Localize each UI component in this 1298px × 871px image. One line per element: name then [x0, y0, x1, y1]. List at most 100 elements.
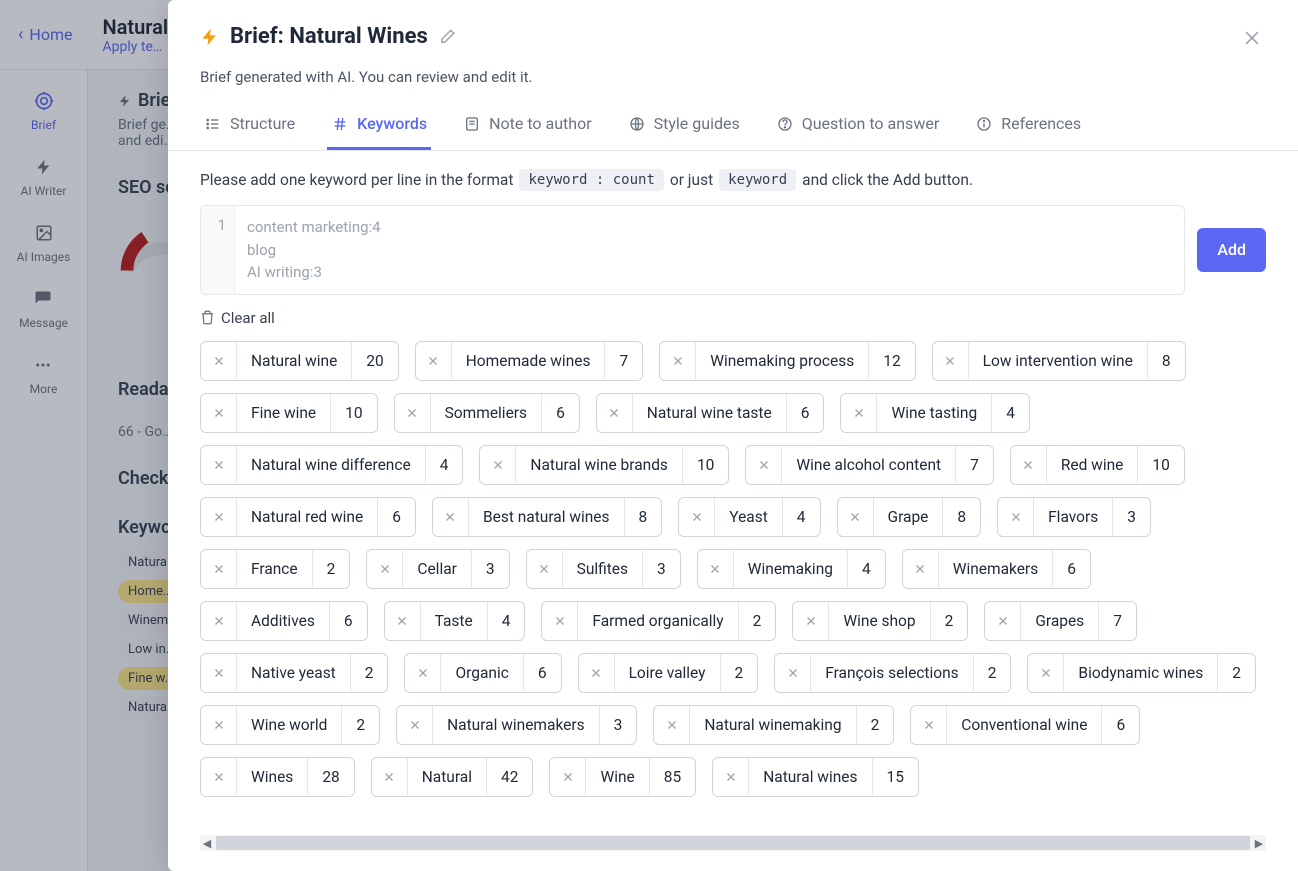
edit-icon[interactable]	[438, 28, 456, 46]
remove-keyword-icon[interactable]	[201, 758, 237, 796]
keyword-count[interactable]: 10	[1137, 446, 1183, 484]
keyword-count[interactable]: 6	[377, 498, 415, 536]
keyword-count[interactable]: 4	[425, 446, 463, 484]
keyword-count[interactable]: 6	[329, 602, 367, 640]
scroll-left-icon[interactable]: ◀	[200, 837, 214, 850]
keyword-chip: Wine alcohol content7	[745, 445, 993, 485]
keyword-count[interactable]: 2	[720, 654, 758, 692]
scroll-right-icon[interactable]: ▶	[1252, 837, 1266, 850]
remove-keyword-icon[interactable]	[367, 550, 403, 588]
keyword-count[interactable]: 2	[738, 602, 776, 640]
keyword-count[interactable]: 2	[930, 602, 968, 640]
keyword-count[interactable]: 3	[642, 550, 680, 588]
remove-keyword-icon[interactable]	[903, 550, 939, 588]
remove-keyword-icon[interactable]	[679, 498, 715, 536]
keyword-count[interactable]: 6	[786, 394, 824, 432]
keyword-count[interactable]: 15	[872, 758, 918, 796]
keyword-count[interactable]: 2	[312, 550, 350, 588]
remove-keyword-icon[interactable]	[660, 342, 696, 380]
remove-keyword-icon[interactable]	[841, 394, 877, 432]
remove-keyword-icon[interactable]	[775, 654, 811, 692]
keyword-count[interactable]: 42	[486, 758, 532, 796]
keyword-chip: Biodynamic wines2	[1027, 653, 1256, 693]
add-button[interactable]: Add	[1197, 228, 1266, 272]
keyword-count[interactable]: 3	[1112, 498, 1150, 536]
keyword-count[interactable]: 10	[682, 446, 728, 484]
remove-keyword-icon[interactable]	[698, 550, 734, 588]
clear-all-button[interactable]: Clear all	[200, 309, 1266, 327]
keyword-count[interactable]: 6	[523, 654, 561, 692]
keyword-editor[interactable]: 1 content marketing:4 blog AI writing:3	[200, 205, 1185, 295]
remove-keyword-icon[interactable]	[550, 758, 586, 796]
keyword-count[interactable]: 8	[942, 498, 980, 536]
remove-keyword-icon[interactable]	[433, 498, 469, 536]
remove-keyword-icon[interactable]	[713, 758, 749, 796]
remove-keyword-icon[interactable]	[1011, 446, 1047, 484]
remove-keyword-icon[interactable]	[911, 706, 947, 744]
keyword-count[interactable]: 20	[351, 342, 397, 380]
close-icon[interactable]	[1238, 24, 1266, 52]
remove-keyword-icon[interactable]	[746, 446, 782, 484]
remove-keyword-icon[interactable]	[838, 498, 874, 536]
keyword-label: Wine alcohol content	[782, 446, 955, 484]
keyword-count[interactable]: 4	[782, 498, 820, 536]
keyword-count[interactable]: 6	[1101, 706, 1139, 744]
keyword-count[interactable]: 7	[604, 342, 642, 380]
remove-keyword-icon[interactable]	[201, 602, 237, 640]
keyword-count[interactable]: 2	[341, 706, 379, 744]
remove-keyword-icon[interactable]	[201, 550, 237, 588]
remove-keyword-icon[interactable]	[793, 602, 829, 640]
remove-keyword-icon[interactable]	[201, 498, 237, 536]
tab-question[interactable]: Question to answer	[772, 104, 944, 150]
keyword-count[interactable]: 28	[307, 758, 353, 796]
keyword-count[interactable]: 85	[649, 758, 695, 796]
keyword-count[interactable]: 2	[1217, 654, 1255, 692]
remove-keyword-icon[interactable]	[579, 654, 615, 692]
remove-keyword-icon[interactable]	[1028, 654, 1064, 692]
remove-keyword-icon[interactable]	[597, 394, 633, 432]
keyword-label: Natural red wine	[237, 498, 377, 536]
tab-references[interactable]: References	[971, 104, 1085, 150]
keyword-count[interactable]: 12	[868, 342, 914, 380]
keyword-count[interactable]: 2	[350, 654, 388, 692]
keyword-count[interactable]: 4	[847, 550, 885, 588]
remove-keyword-icon[interactable]	[933, 342, 969, 380]
remove-keyword-icon[interactable]	[201, 654, 237, 692]
remove-keyword-icon[interactable]	[405, 654, 441, 692]
remove-keyword-icon[interactable]	[527, 550, 563, 588]
remove-keyword-icon[interactable]	[416, 342, 452, 380]
tab-structure[interactable]: Structure	[200, 104, 299, 150]
remove-keyword-icon[interactable]	[385, 602, 421, 640]
keyword-count[interactable]: 2	[973, 654, 1011, 692]
keyword-count[interactable]: 3	[599, 706, 637, 744]
keyword-count[interactable]: 4	[991, 394, 1029, 432]
remove-keyword-icon[interactable]	[985, 602, 1021, 640]
remove-keyword-icon[interactable]	[201, 706, 237, 744]
remove-keyword-icon[interactable]	[397, 706, 433, 744]
remove-keyword-icon[interactable]	[654, 706, 690, 744]
keyword-count[interactable]: 7	[1098, 602, 1136, 640]
remove-keyword-icon[interactable]	[372, 758, 408, 796]
keyword-count[interactable]: 2	[856, 706, 894, 744]
remove-keyword-icon[interactable]	[201, 446, 237, 484]
tab-keywords[interactable]: Keywords	[327, 104, 431, 150]
keyword-count[interactable]: 10	[330, 394, 376, 432]
remove-keyword-icon[interactable]	[395, 394, 431, 432]
tab-note[interactable]: Note to author	[459, 104, 596, 150]
keyword-count[interactable]: 6	[1052, 550, 1090, 588]
horizontal-scrollbar[interactable]: ◀ ▶	[200, 835, 1266, 851]
remove-keyword-icon[interactable]	[480, 446, 516, 484]
keyword-count[interactable]: 3	[471, 550, 509, 588]
remove-keyword-icon[interactable]	[201, 394, 237, 432]
scrollbar-thumb[interactable]	[216, 836, 1250, 850]
remove-keyword-icon[interactable]	[998, 498, 1034, 536]
keyword-count[interactable]: 6	[541, 394, 579, 432]
keyword-count[interactable]: 8	[1147, 342, 1185, 380]
keyword-count[interactable]: 4	[487, 602, 525, 640]
keyword-count[interactable]: 7	[955, 446, 993, 484]
remove-keyword-icon[interactable]	[542, 602, 578, 640]
editor-textarea[interactable]: content marketing:4 blog AI writing:3	[235, 206, 1184, 294]
remove-keyword-icon[interactable]	[201, 342, 237, 380]
tab-style[interactable]: Style guides	[624, 104, 744, 150]
keyword-count[interactable]: 8	[624, 498, 662, 536]
